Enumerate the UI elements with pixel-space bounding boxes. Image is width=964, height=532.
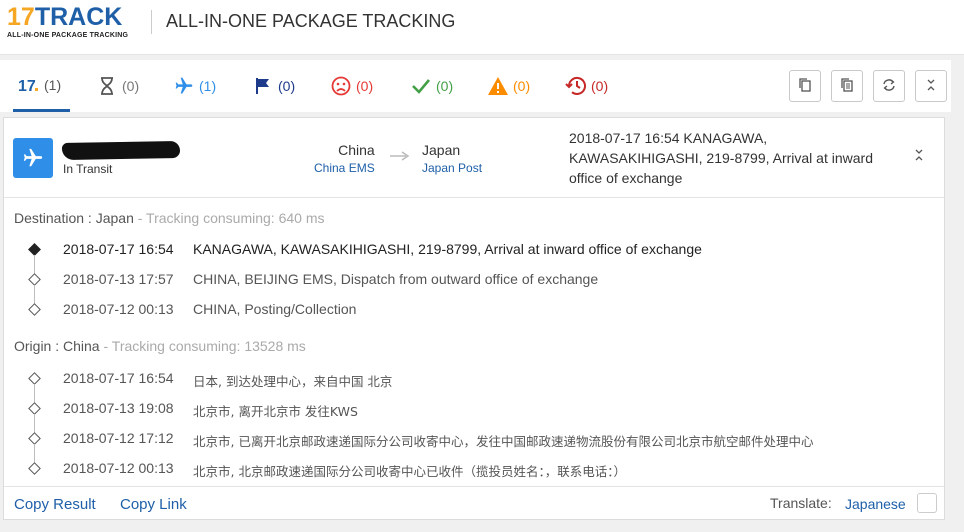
sad-face-icon [330,75,352,97]
event-time: 2018-07-17 16:54 [63,370,174,386]
tab-not-found[interactable]: (0) [96,60,139,112]
logo-word: TRACK [34,3,123,31]
translate-label: Translate: [770,495,832,511]
history-clock-icon [565,75,587,97]
timeline-marker [28,402,41,415]
destination-section-title: Destination : Japan - Tracking consuming… [14,210,325,226]
logo-number: 17 [7,3,35,31]
tab-alert[interactable]: (0) [487,60,530,112]
app-header: 17TRACK ALL-IN-ONE PACKAGE TRACKING ALL-… [0,0,964,55]
collapse-all-button[interactable] [915,70,947,102]
svg-text:17: 17 [18,78,36,93]
event-desc: 日本, 到达处理中心，来自中国 北京 [193,374,393,389]
destination-country: Japan [422,142,461,158]
header-divider [151,10,152,34]
airplane-icon [173,75,195,97]
tab-delivered[interactable]: (0) [410,60,453,112]
tab-count: (1) [199,78,217,94]
checkmark-icon [410,75,432,97]
scrollbar[interactable] [951,55,964,532]
collapse-icon [925,78,937,95]
page-title: ALL-IN-ONE PACKAGE TRACKING [166,11,456,31]
expand-toggle-icon[interactable] [912,148,926,162]
latest-event: 2018-07-17 16:54 KANAGAWA, KAWASAKIHIGAS… [569,130,873,186]
event-row: 2018-07-13 17:57 CHINA, BEIJING EMS, Dis… [4,267,944,305]
copy-all-button[interactable] [831,70,863,102]
tab-count: (0) [122,78,140,94]
destination-label: Destination : Japan [14,210,134,226]
destination-carrier-link[interactable]: Japan Post [422,161,482,175]
warning-icon [487,75,509,97]
destination-consuming: - Tracking consuming: 640 ms [133,210,325,226]
timeline-marker [28,462,41,475]
package-summary[interactable]: In Transit China China EMS Japan Japan P… [4,118,944,198]
package-card: In Transit China China EMS Japan Japan P… [3,117,945,520]
tab-count: (1) [44,76,62,93]
event-row: 2018-07-13 19:08 北京市, 离开北京市 发往KWS [4,396,944,434]
origin-section-title: Origin : China - Tracking consuming: 135… [14,338,306,354]
tab-count: (0) [436,78,454,94]
tab-in-transit[interactable]: (1) [173,60,216,112]
event-time: 2018-07-12 00:13 [63,301,174,317]
tab-count: (0) [356,78,374,94]
status-tabs: 17 (1) (0) (1) (0) (0) (0) (0) (0) [0,60,964,112]
event-row: 2018-07-17 16:54 KANAGAWA, KAWASAKIHIGAS… [4,237,944,275]
origin-carrier-link[interactable]: China EMS [314,161,375,175]
event-row: 2018-07-12 00:13 CHINA, Posting/Collecti… [4,297,944,327]
tab-expired[interactable]: (0) [565,60,608,112]
origin-label: Origin : China [14,338,100,354]
event-desc: CHINA, Posting/Collection [193,301,357,317]
refresh-icon [882,78,896,95]
copy-result-link[interactable]: Copy Result [14,496,96,513]
destination-route: Japan Japan Post [422,142,482,175]
event-desc: KANAGAWA, KAWASAKIHIGASHI, 219-8799, Arr… [193,241,702,257]
event-desc: CHINA, BEIJING EMS, Dispatch from outwar… [193,271,599,287]
logo-tagline: ALL-IN-ONE PACKAGE TRACKING [7,32,129,39]
timeline-marker [28,372,41,385]
tab-count: (0) [591,78,609,94]
event-time: 2018-07-13 17:57 [63,271,174,287]
translate-checkbox[interactable] [917,493,937,513]
event-desc: 北京市, 北京邮政速递国际分公司收寄中心已收件（揽投员姓名：，联系电话：） [193,464,626,479]
origin-country: China [338,142,375,158]
tab-all[interactable]: 17 (1) [13,60,70,112]
tab-count: (0) [513,78,531,94]
tab-pick-up[interactable]: (0) [252,60,295,112]
origin-consuming: - Tracking consuming: 13528 ms [99,338,306,354]
copy-icon [798,77,812,96]
timeline-marker [28,432,41,445]
17track-logo-icon: 17 [18,74,40,96]
in-transit-status-icon [13,138,53,178]
event-desc: 北京市, 离开北京市 发往KWS [193,404,358,419]
copy-button[interactable] [789,70,821,102]
translate-language-select[interactable]: Japanese [845,496,906,512]
origin-route: China China EMS [314,142,375,175]
event-row: 2018-07-12 17:12 北京市, 已离开北京邮政速递国际分公司收寄中心… [4,426,944,464]
refresh-button[interactable] [873,70,905,102]
event-row: 2018-07-12 00:13 北京市, 北京邮政速递国际分公司收寄中心已收件… [4,456,944,486]
event-time: 2018-07-17 16:54 [63,241,174,257]
timeline-marker [28,303,41,316]
tab-count: (0) [278,78,296,94]
logo[interactable]: 17TRACK ALL-IN-ONE PACKAGE TRACKING [7,4,137,44]
copy-all-icon [840,77,854,96]
copy-link-link[interactable]: Copy Link [120,496,187,513]
card-footer: Copy Result Copy Link Translate: Japanes… [4,486,944,520]
tab-undelivered[interactable]: (0) [330,60,373,112]
flag-icon [252,75,274,97]
event-time: 2018-07-12 17:12 [63,430,174,446]
timeline-marker [28,243,41,256]
event-time: 2018-07-12 00:13 [63,460,174,476]
hourglass-icon [96,75,118,97]
redacted-tracking-number [61,140,181,161]
event-row: 2018-07-17 16:54 日本, 到达处理中心，来自中国 北京 [4,366,944,404]
event-desc: 北京市, 已离开北京邮政速递国际分公司收寄中心，发往中国邮政速递物流股份有限公司… [193,434,814,449]
package-status: In Transit [63,162,113,176]
event-time: 2018-07-13 19:08 [63,400,174,416]
timeline-marker [28,273,41,286]
route-arrow-icon [390,151,410,161]
